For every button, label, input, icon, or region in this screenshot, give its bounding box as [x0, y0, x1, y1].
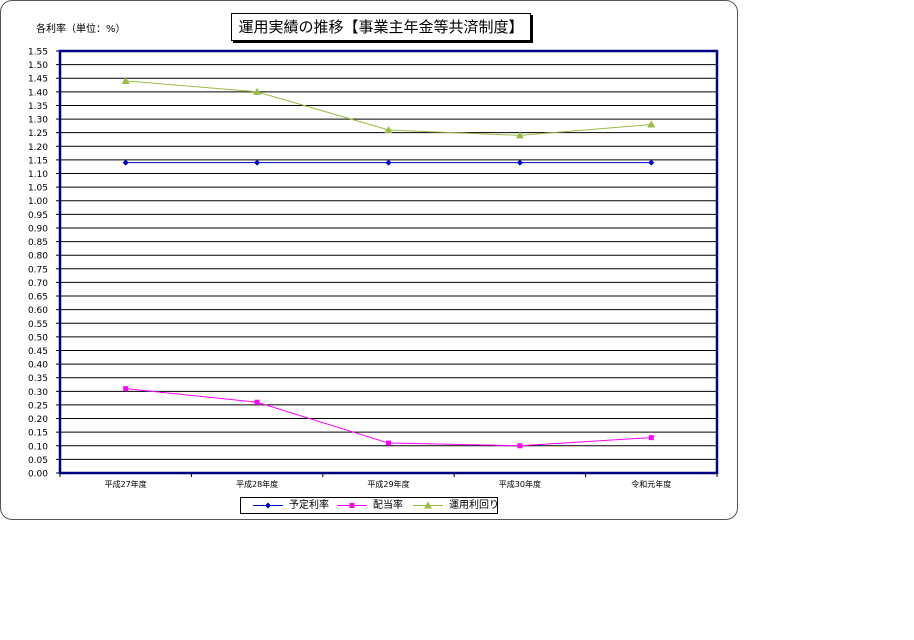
legend-label: 運用利回り	[449, 500, 499, 511]
data-point-series-2	[386, 440, 391, 446]
y-tick-label: 0.10	[28, 442, 48, 452]
y-tick-label: 1.55	[28, 48, 48, 58]
y-tick-label: 0.15	[28, 429, 48, 439]
legend-swatch	[413, 501, 443, 509]
y-tick-label: 0.55	[28, 320, 48, 330]
plot-area: 0.00 0.05 0.10 0.15 0.20 0.25 0.30 0.35 0.40 0.45…	[28, 48, 719, 489]
y-tick-label: 0.65	[28, 293, 48, 303]
data-point-series-2	[254, 399, 260, 405]
y-tick-label: 0.50	[28, 333, 48, 343]
y-tick-label: 1.40	[28, 88, 48, 98]
y-tick-label: 0.75	[28, 265, 48, 275]
data-point-series-1	[122, 159, 129, 166]
y-tick-label: 0.80	[28, 252, 48, 262]
y-tick-label: 0.05	[28, 456, 48, 466]
x-tick-label: 平成29年度	[367, 479, 409, 489]
y-tick-label: 0.00	[28, 470, 48, 480]
y-tick-label: 0.60	[28, 306, 48, 316]
y-tick-label: 0.95	[28, 211, 48, 221]
y-tick-label: 1.10	[28, 170, 48, 180]
legend-label: 配当率	[373, 500, 403, 511]
legend-swatch	[253, 502, 283, 509]
y-tick-label: 1.50	[28, 61, 48, 71]
legend: 予定利率 配当率 運用利回り	[240, 497, 499, 514]
y-tick-label: 1.30	[28, 116, 48, 126]
y-tick-label: 0.70	[28, 279, 48, 289]
y-tick-label: 0.35	[28, 374, 48, 384]
x-tick-label: 令和元年度	[631, 479, 671, 489]
plot-border	[58, 49, 719, 475]
y-tick-label: 0.30	[28, 388, 48, 398]
data-point-series-2	[123, 386, 129, 392]
data-point-series-1	[254, 159, 261, 166]
data-point-series-1	[648, 159, 655, 166]
y-tick-label: 0.85	[28, 238, 48, 248]
y-tick-label: 1.15	[28, 156, 48, 166]
x-tick-label: 平成27年度	[105, 479, 147, 489]
y-tick-label: 0.25	[28, 401, 48, 411]
y-tick-label: 1.05	[28, 184, 48, 194]
data-point-series-1	[516, 159, 523, 166]
x-tick-label: 平成28年度	[236, 479, 278, 489]
data-point-series-1	[385, 159, 392, 166]
data-point-series-2	[648, 435, 654, 441]
y-tick-label: 0.40	[28, 361, 48, 371]
y-tick-label: 1.25	[28, 129, 48, 139]
legend-label: 予定利率	[289, 500, 329, 511]
data-point-series-2	[517, 443, 523, 449]
y-tick-label: 0.90	[28, 224, 48, 234]
y-tick-label: 1.45	[28, 75, 48, 85]
x-tick-label: 平成30年度	[499, 479, 541, 489]
y-tick-label: 1.20	[28, 143, 48, 153]
y-tick-label: 1.00	[28, 197, 48, 207]
series-line-2	[125, 388, 652, 447]
y-tick-label: 1.35	[28, 102, 48, 112]
legend-swatch	[337, 503, 367, 508]
data-point-series-3	[647, 120, 656, 128]
y-tick-label: 0.20	[28, 415, 48, 425]
y-tick-label: 0.45	[28, 347, 48, 357]
